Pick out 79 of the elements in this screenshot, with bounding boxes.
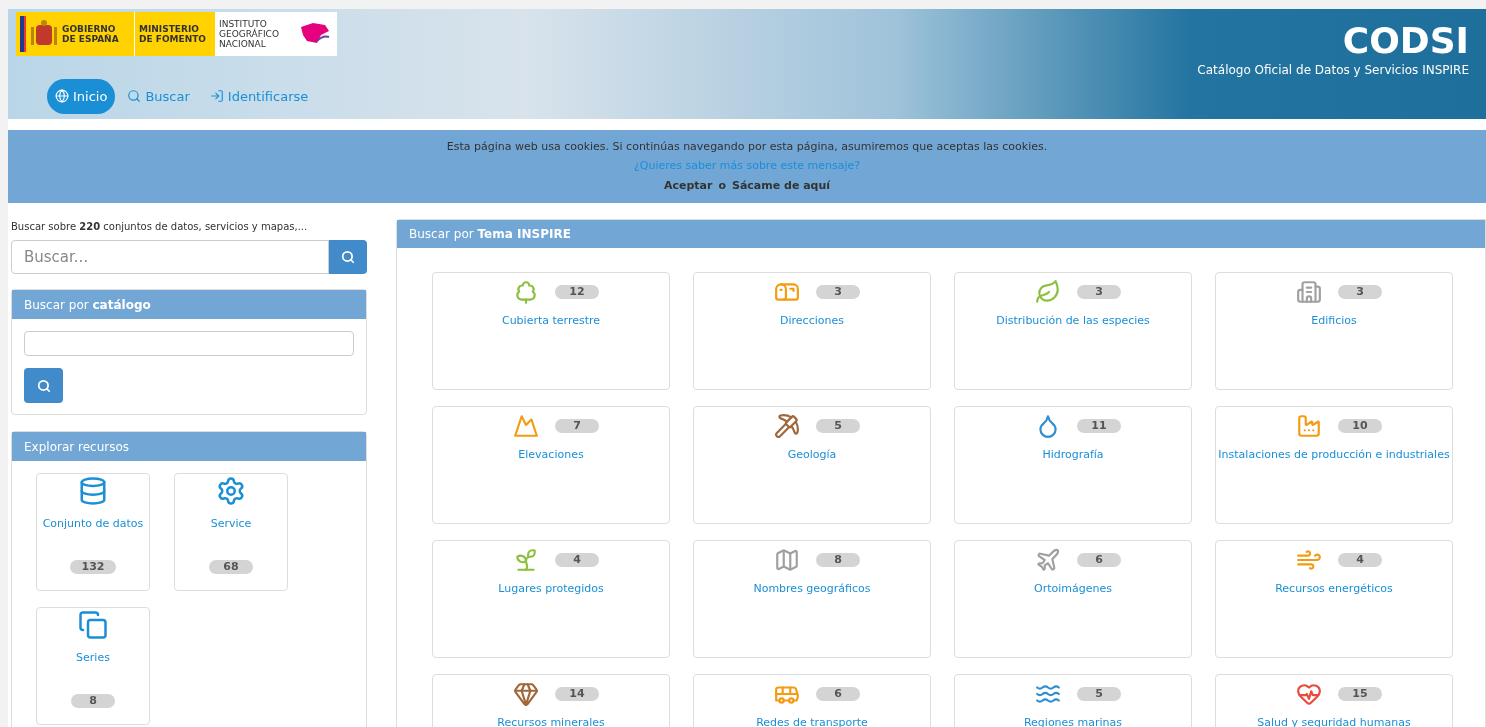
- count-badge: 8: [71, 693, 115, 708]
- theme-card[interactable]: 7 Elevaciones: [432, 406, 670, 524]
- login-icon: [209, 89, 224, 104]
- cookie-message: Esta página web usa cookies. Si continúas navegando por esta página, asumiremos que aceptas las cookies.: [446, 138, 1048, 155]
- logo-text: MINISTERIO DE FOMENTO: [139, 24, 207, 44]
- catalog-field[interactable]: [24, 331, 354, 356]
- count-badge: 132: [69, 559, 117, 574]
- count-badge: 3: [1077, 285, 1121, 299]
- panel-title: Buscar por Tema INSPIRE: [409, 226, 571, 243]
- theme-card[interactable]: 11 Hidrografía: [954, 406, 1192, 524]
- nav-link[interactable]: Identificarse: [201, 78, 317, 114]
- search-icon: [341, 250, 355, 264]
- count-badge: 6: [1077, 553, 1121, 567]
- search-intro: Buscar sobre 220 conjuntos de datos, servicios y mapas,...: [11, 220, 309, 234]
- theme-card[interactable]: 4 Recursos energéticos: [1215, 540, 1453, 658]
- theme-card[interactable]: 3 Edificios: [1215, 272, 1453, 390]
- panel-title: Buscar por catálogo: [24, 296, 151, 314]
- theme-label: Elevaciones: [518, 447, 584, 463]
- logo-text: INSTITUTO GEOGRÁFICO NACIONAL: [219, 19, 280, 49]
- theme-label: Lugares protegidos: [498, 581, 604, 597]
- theme-card[interactable]: 12 Cubierta terrestre: [432, 272, 670, 390]
- count-badge: 10: [1338, 419, 1382, 433]
- search-field[interactable]: Buscar...: [11, 240, 329, 274]
- leave-link[interactable]: Sácame de aquí: [731, 177, 831, 195]
- count-badge: 7: [555, 419, 599, 433]
- theme-label: Hidrografía: [1042, 447, 1104, 463]
- database-icon: [78, 476, 108, 506]
- count-badge: 68: [209, 559, 253, 574]
- count-badge: 8: [816, 553, 860, 567]
- count-badge: 12: [555, 285, 599, 299]
- flag-stripe-icon: [20, 16, 26, 52]
- copy-icon: [78, 610, 108, 640]
- search-icon: [127, 89, 142, 104]
- site-title: CODSI: [1342, 21, 1469, 61]
- count-badge: 11: [1077, 419, 1121, 433]
- nav-link[interactable]: Inicio: [47, 78, 116, 114]
- theme-label: Recursos minerales: [497, 715, 605, 727]
- resource-card[interactable]: Service 68: [174, 473, 288, 591]
- count-badge: 15: [1338, 687, 1382, 701]
- theme-card[interactable]: 3 Distribución de las especies: [954, 272, 1192, 390]
- site-subtitle: Catálogo Oficial de Datos y Servicios INSPIRE: [1197, 62, 1469, 79]
- globe-icon: [55, 89, 69, 104]
- theme-card[interactable]: 6 Ortoimágenes: [954, 540, 1192, 658]
- separator-text: o: [718, 177, 726, 194]
- search-icon: [36, 378, 51, 393]
- theme-label: Edificios: [1311, 313, 1357, 329]
- theme-label: Recursos energéticos: [1275, 581, 1393, 597]
- theme-card[interactable]: 8 Nombres geográficos: [693, 540, 931, 658]
- theme-label: Geología: [787, 447, 837, 463]
- resource-card[interactable]: Series 8: [36, 607, 150, 725]
- count-badge: 5: [816, 419, 860, 433]
- count-badge: 3: [816, 285, 860, 299]
- logo-text: GOBIERNO DE ESPAÑA: [62, 24, 120, 44]
- resource-label: Series: [76, 650, 110, 666]
- gear-icon: [216, 476, 246, 506]
- resource-card[interactable]: Conjunto de datos 132: [36, 473, 150, 591]
- theme-label: Direcciones: [780, 313, 844, 329]
- theme-card[interactable]: 10 Instalaciones de producción e industriales: [1215, 406, 1453, 524]
- count-badge: 4: [555, 553, 599, 567]
- theme-card[interactable]: 4 Lugares protegidos: [432, 540, 670, 658]
- resource-label: Conjunto de datos: [42, 516, 144, 532]
- theme-label: Instalaciones de producción e industriales: [1218, 447, 1450, 463]
- theme-card[interactable]: 14 Recursos minerales: [432, 674, 670, 727]
- theme-label: Distribución de las especies: [996, 313, 1150, 329]
- theme-label: Cubierta terrestre: [501, 313, 601, 329]
- theme-label: Ortoimágenes: [1034, 581, 1112, 597]
- count-badge: 14: [555, 687, 599, 701]
- search-button[interactable]: [329, 240, 367, 274]
- panel-title: Explorar recursos: [24, 438, 130, 456]
- theme-label: Nombres geográficos: [753, 581, 871, 597]
- theme-card[interactable]: 5 Geología: [693, 406, 931, 524]
- theme-card[interactable]: 3 Direcciones: [693, 272, 931, 390]
- accept-link[interactable]: Aceptar: [663, 177, 713, 195]
- resource-label: Service: [210, 516, 252, 532]
- count-badge: 3: [1338, 285, 1382, 299]
- count-badge: 4: [1338, 553, 1382, 567]
- count-badge: 5: [1077, 687, 1121, 701]
- count-badge: 6: [816, 687, 860, 701]
- catalog-search-button[interactable]: [24, 368, 63, 403]
